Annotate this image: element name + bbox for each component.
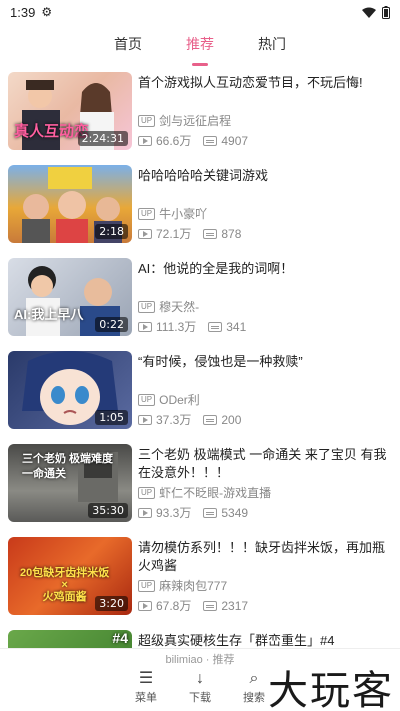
danmaku-icon xyxy=(203,600,218,611)
tab-hot[interactable]: 热门 xyxy=(254,28,290,60)
uploader-row[interactable]: UP 麻辣肉包777 xyxy=(138,577,227,594)
video-card[interactable]: AI:我上早八 0:22 AI：他说的全是我的词啊！ UP 穆天然- 111.3万… xyxy=(8,258,392,340)
search-label: 搜索 xyxy=(243,692,265,704)
video-title[interactable]: 超级真实硬核生存「群峦重生」#4 xyxy=(138,632,388,648)
uploader-name: 虾仁不眨眼-游戏直播 xyxy=(159,486,272,500)
view-count: 72.1万 xyxy=(156,227,192,241)
video-thumbnail[interactable]: 三个老奶 极端难度 一命通关 35:30 xyxy=(8,444,132,522)
up-badge-icon: UP xyxy=(138,300,156,313)
wifi-icon xyxy=(362,7,376,18)
tab-recommend[interactable]: 推荐 xyxy=(182,28,218,66)
view-count: 37.3万 xyxy=(156,413,192,427)
danmaku-icon xyxy=(203,228,218,239)
danmaku-count: 341 xyxy=(226,319,247,334)
uploader-name: 穆天然- xyxy=(159,300,200,314)
play-count-icon xyxy=(138,135,152,146)
view-count: 111.3万 xyxy=(156,320,197,334)
download-button[interactable]: ↓ 下载 xyxy=(180,669,220,705)
view-count: 93.3万 xyxy=(156,506,192,520)
video-thumbnail[interactable]: 真人互动恋 2:24:31 xyxy=(8,72,132,150)
video-thumbnail[interactable]: 2:18 xyxy=(8,165,132,243)
danmaku-icon xyxy=(208,321,223,332)
video-stats: 37.3万 200 xyxy=(138,411,241,428)
video-card[interactable]: 1:05 “有时候，侵蚀也是一种救赎” UP ODer利 37.3万 200 xyxy=(8,351,392,433)
video-title[interactable]: “有时候，侵蚀也是一种救赎” xyxy=(138,353,388,371)
uploader-row[interactable]: UP 牛小豪吖 xyxy=(138,205,207,222)
video-stats: 111.3万 341 xyxy=(138,318,246,335)
uploader-name: 牛小豪吖 xyxy=(159,207,208,221)
play-count-icon xyxy=(138,414,152,425)
video-thumbnail[interactable]: 20包缺牙齿拌米饭 × 火鸡面酱 3:20 xyxy=(8,537,132,615)
video-stats: 93.3万 5349 xyxy=(138,504,248,521)
battery-icon xyxy=(382,5,390,19)
up-badge-icon: UP xyxy=(138,579,156,592)
menu-button[interactable]: ☰ 菜单 xyxy=(126,669,166,705)
uploader-row[interactable]: UP 剑与远征启程 xyxy=(138,112,231,129)
uploader-name: ODer利 xyxy=(159,393,200,407)
tab-home[interactable]: 首页 xyxy=(110,28,146,60)
danmaku-count: 878 xyxy=(221,226,242,241)
up-badge-icon: UP xyxy=(138,486,156,499)
video-feed[interactable]: 真人互动恋 2:24:31 首个游戏拟人互动恋爱节目，不玩后悔! UP 剑与远征启… xyxy=(0,68,400,648)
video-stats: 67.8万 2317 xyxy=(138,597,248,614)
danmaku-count: 5349 xyxy=(221,505,249,520)
video-duration: 2:24:31 xyxy=(77,131,128,146)
video-card[interactable]: #4 超级真实硬核生存「群峦重生」#4 xyxy=(8,630,392,648)
view-count: 67.8万 xyxy=(156,599,192,613)
up-badge-icon: UP xyxy=(138,114,156,127)
top-tabs: 首页 推荐 热门 xyxy=(0,24,400,66)
video-duration: 35:30 xyxy=(88,503,128,518)
danmaku-icon xyxy=(203,135,218,146)
download-label: 下载 xyxy=(189,692,211,704)
danmaku-count: 4907 xyxy=(221,133,249,148)
video-title[interactable]: 哈哈哈哈哈关键词游戏 xyxy=(138,167,388,185)
menu-label: 菜单 xyxy=(135,692,157,704)
danmaku-icon xyxy=(203,414,218,425)
play-count-icon xyxy=(138,228,152,239)
gear-icon: ⚙ xyxy=(41,5,53,19)
video-card[interactable]: 三个老奶 极端难度 一命通关 35:30 三个老奶 极端模式 一命通关 来了宝贝… xyxy=(8,444,392,526)
video-duration: 0:22 xyxy=(95,317,128,332)
thumbnail-caption: AI:我上早八 xyxy=(14,307,84,322)
danmaku-icon xyxy=(203,507,218,518)
video-thumbnail[interactable]: AI:我上早八 0:22 xyxy=(8,258,132,336)
view-count: 66.6万 xyxy=(156,134,192,148)
danmaku-count: 2317 xyxy=(221,598,249,613)
video-duration: 3:20 xyxy=(95,596,128,611)
play-count-icon xyxy=(138,321,152,332)
video-title[interactable]: 请勿模仿系列！！！缺牙齿拌米饭，再加瓶火鸡酱 xyxy=(138,539,388,575)
video-title[interactable]: AI：他说的全是我的词啊！ xyxy=(138,260,388,278)
video-duration: 1:05 xyxy=(95,410,128,425)
uploader-row[interactable]: UP 穆天然- xyxy=(138,298,199,315)
video-thumbnail[interactable]: 1:05 xyxy=(8,351,132,429)
up-badge-icon: UP xyxy=(138,207,156,220)
thumbnail-caption: 三个老奶 极端难度 一命通关 xyxy=(22,453,114,480)
watermark-logo: 大玩客 xyxy=(268,668,394,711)
status-icons xyxy=(362,5,390,19)
status-time: 1:39 xyxy=(10,4,36,20)
uploader-name: 麻辣肉包777 xyxy=(159,579,228,593)
uploader-row[interactable]: UP 虾仁不眨眼-游戏直播 xyxy=(138,484,271,501)
status-bar: 1:39 ⚙ xyxy=(0,0,400,24)
play-count-icon xyxy=(138,600,152,611)
up-badge-icon: UP xyxy=(138,393,156,406)
play-count-icon xyxy=(138,507,152,518)
menu-icon: ☰ xyxy=(138,670,154,687)
video-thumbnail[interactable]: #4 xyxy=(8,630,132,648)
download-icon: ↓ xyxy=(196,670,204,687)
thumbnail-caption: #4 xyxy=(112,630,128,646)
video-card[interactable]: 真人互动恋 2:24:31 首个游戏拟人互动恋爱节目，不玩后悔! UP 剑与远征启… xyxy=(8,72,392,154)
uploader-row[interactable]: UP ODer利 xyxy=(138,391,200,408)
video-stats: 72.1万 878 xyxy=(138,225,241,242)
uploader-name: 剑与远征启程 xyxy=(159,114,232,128)
video-title[interactable]: 首个游戏拟人互动恋爱节目，不玩后悔! xyxy=(138,74,388,92)
video-stats: 66.6万 4907 xyxy=(138,132,248,149)
video-title[interactable]: 三个老奶 极端模式 一命通关 来了宝贝 有我在没意外！！！ xyxy=(138,446,388,482)
video-card[interactable]: 2:18 哈哈哈哈哈关键词游戏 UP 牛小豪吖 72.1万 878 xyxy=(8,165,392,247)
video-duration: 2:18 xyxy=(95,224,128,239)
video-card[interactable]: 20包缺牙齿拌米饭 × 火鸡面酱 3:20 请勿模仿系列！！！缺牙齿拌米饭，再加… xyxy=(8,537,392,619)
danmaku-count: 200 xyxy=(221,412,242,427)
